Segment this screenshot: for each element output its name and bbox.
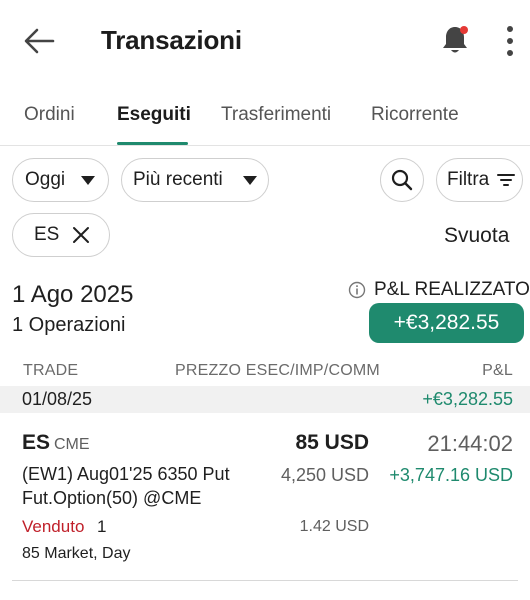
close-icon[interactable] (72, 226, 90, 244)
trade-description-line2: Fut.Option(50) @CME (22, 488, 202, 508)
filter-label: Filtra (447, 169, 490, 190)
back-button[interactable] (20, 22, 58, 60)
trade-time: 21:44:02 (427, 431, 513, 456)
date-group-row: 01/08/25 +€3,282.55 (0, 386, 530, 413)
more-menu-button[interactable] (500, 24, 520, 58)
trade-exchange: CME (54, 436, 90, 453)
pl-realized-badge: +€3,282.55 (369, 303, 524, 343)
group-date: 01/08/25 (22, 389, 93, 409)
trade-side: Venduto (22, 517, 85, 536)
period-label: Oggi (25, 169, 66, 190)
trade-description-line1: (EW1) Aug01'25 6350 Put (22, 464, 230, 484)
trade-side-qty: 1 (97, 517, 107, 536)
trade-order-type: 85 Market, Day (22, 545, 131, 562)
summary-date: 1 Ago 2025 (12, 281, 134, 308)
row-divider (12, 580, 518, 581)
chevron-down-icon (81, 175, 96, 185)
trade-pl: +3,747.16 USD (389, 465, 513, 485)
filter-lines-icon (497, 174, 516, 186)
info-icon[interactable] (348, 281, 366, 299)
pl-label-group: P&L REALIZZATO (348, 279, 530, 301)
kebab-menu-icon (507, 26, 513, 56)
arrow-left-icon (24, 28, 55, 54)
pl-realized-label: P&L REALIZZATO (374, 279, 530, 300)
bell-icon (443, 26, 468, 53)
tab-bar: Ordini Eseguiti Trasferimenti Ricorrente (0, 92, 530, 146)
filter-chip-label: ES (34, 224, 60, 245)
sort-dropdown[interactable]: Più recenti (121, 158, 269, 202)
notification-dot (460, 26, 468, 34)
search-icon (391, 169, 413, 191)
filter-chip-es[interactable]: ES (12, 213, 110, 257)
period-dropdown[interactable]: Oggi (12, 158, 109, 202)
tab-ordini[interactable]: Ordini (24, 104, 75, 126)
clear-filters-button[interactable]: Svuota (444, 224, 509, 248)
tab-trasferimenti[interactable]: Trasferimenti (221, 104, 331, 126)
column-pl: P&L (482, 362, 513, 379)
tab-ricorrente[interactable]: Ricorrente (371, 104, 459, 126)
group-pl: +€3,282.55 (422, 389, 513, 409)
trade-amount: 4,250 USD (280, 465, 369, 485)
page-title: Transazioni (101, 25, 242, 55)
column-price: PREZZO ESEC/IMP/COMM (175, 362, 380, 379)
search-button[interactable] (380, 158, 424, 202)
filter-button[interactable]: Filtra (436, 158, 523, 202)
chevron-down-icon (242, 175, 257, 185)
app-header: Transazioni (0, 0, 530, 80)
operations-count: 1 Operazioni (12, 314, 126, 336)
trade-commission: 1.42 USD (299, 518, 369, 535)
trade-qty-price: 85 USD (295, 431, 369, 454)
column-trade: TRADE (23, 362, 79, 379)
tab-eseguiti[interactable]: Eseguiti (117, 104, 191, 126)
trade-symbol: ES (22, 431, 51, 454)
active-tab-indicator (117, 142, 188, 145)
sort-label: Più recenti (133, 169, 223, 190)
notifications-button[interactable] (438, 23, 472, 57)
